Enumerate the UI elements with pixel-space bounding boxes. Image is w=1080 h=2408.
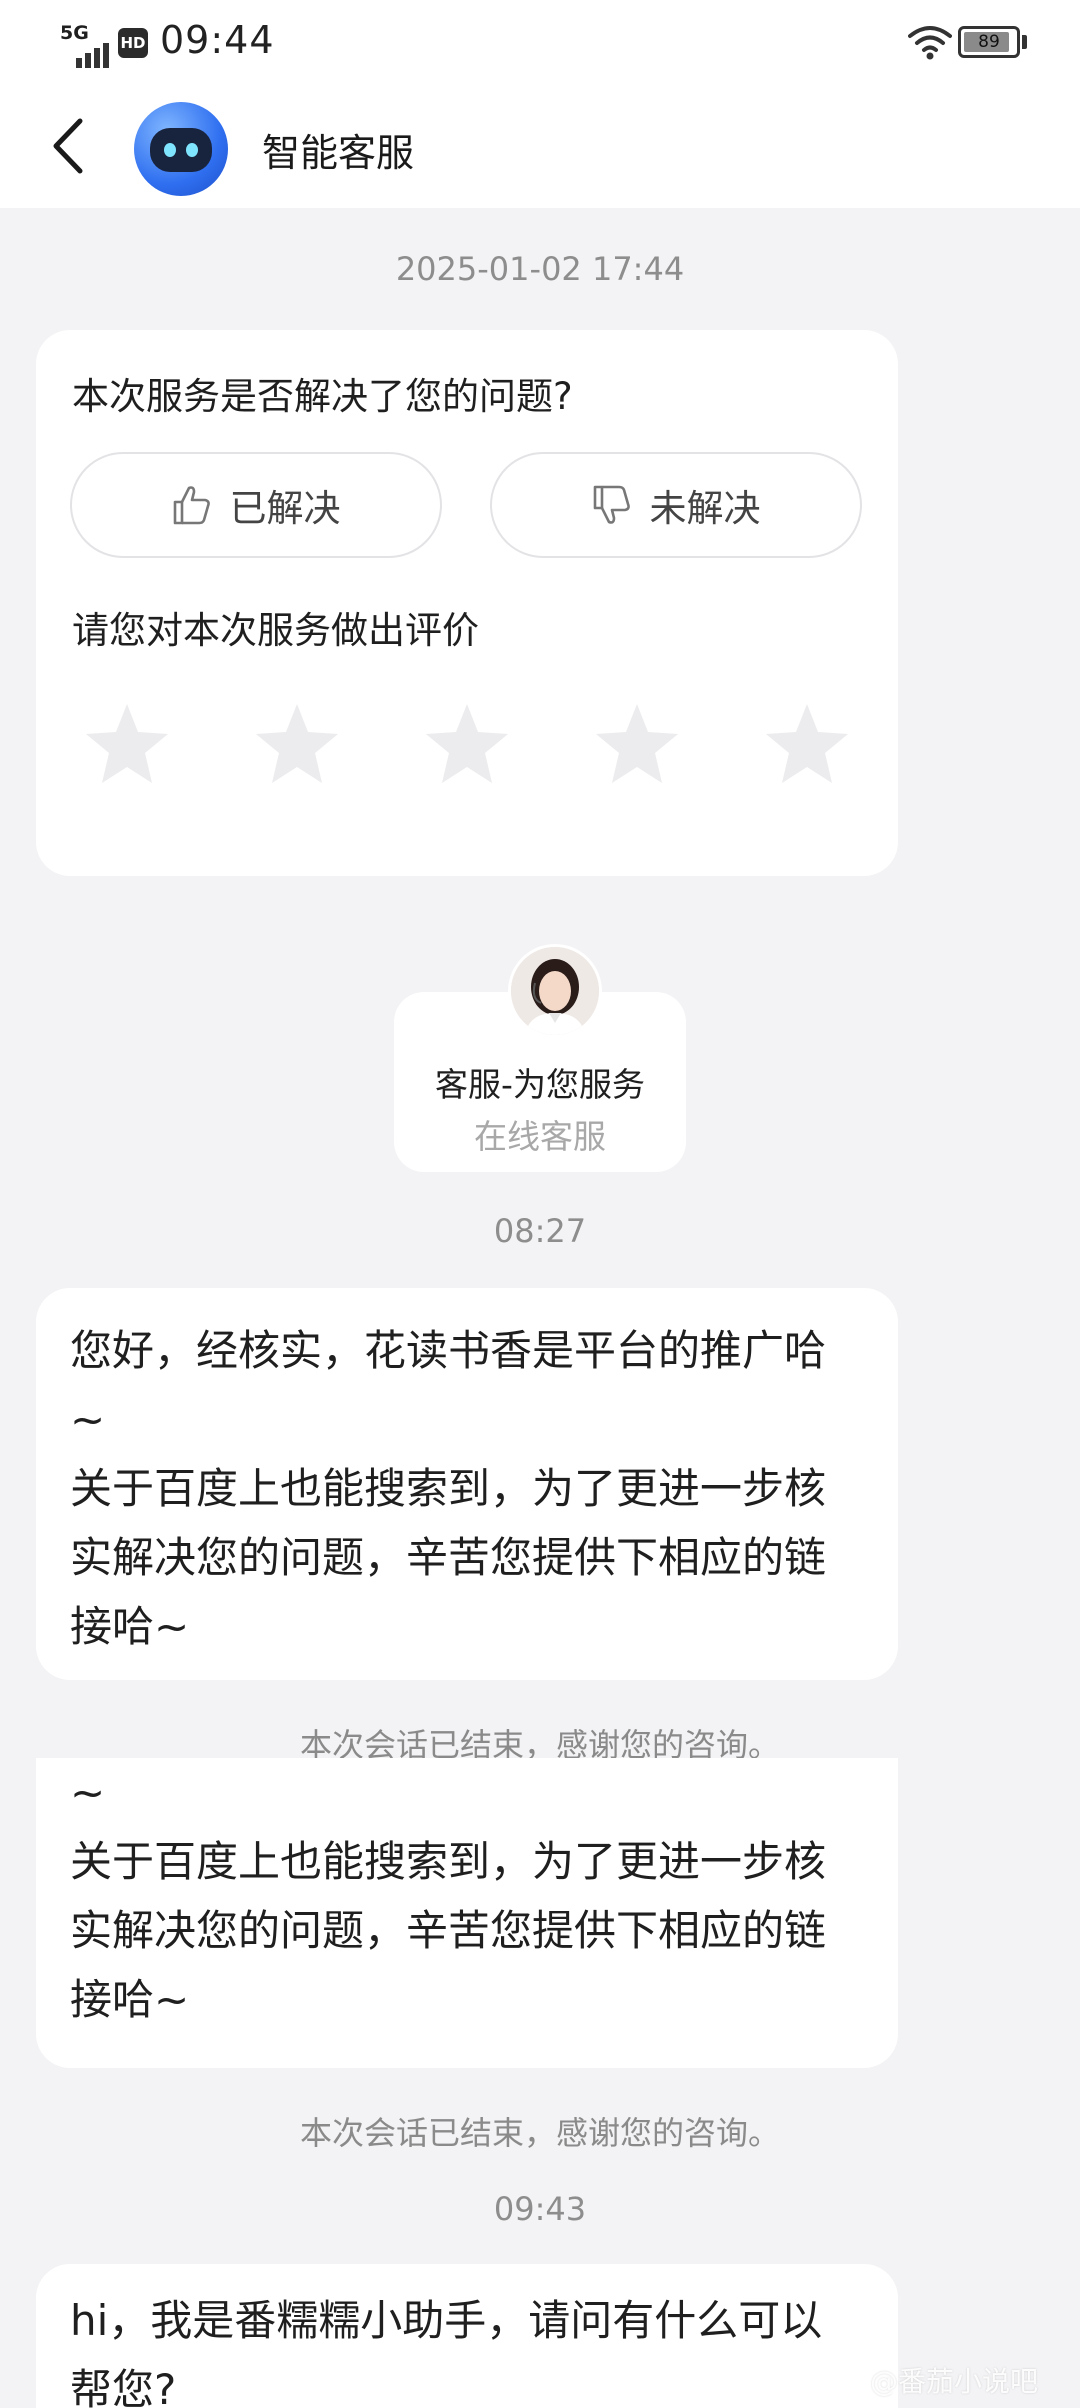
star-rating-1[interactable]: [82, 700, 172, 790]
thumbs-up-icon: [173, 486, 210, 525]
chevron-left-icon: [53, 118, 83, 174]
battery-cap: [1022, 35, 1027, 49]
unresolved-label: 未解决: [649, 487, 761, 530]
message-bubble: 您好，经核实，花读书香是平台的推广哈 ~ 关于百度上也能搜索到，为了更进一步核 …: [36, 1288, 898, 1680]
agent-avatar: [508, 944, 602, 1038]
session-ended-note: 本次会话已结束，感谢您的咨询。: [299, 2114, 780, 2152]
resolved-button[interactable]: 已解决: [70, 452, 442, 558]
survey-question: 本次服务是否解决了您的问题?: [72, 375, 573, 418]
robot-face: [150, 128, 212, 172]
message-text: hi，我是番糯糯小助手，请问有什么可以 帮您?: [70, 2296, 823, 2408]
chat-timestamp: 09:43: [493, 2190, 587, 2228]
chat-header: 智能客服: [0, 84, 1080, 208]
agent-name: 客服-为您服务: [435, 1065, 645, 1104]
hd-badge: HD: [118, 28, 148, 58]
chat-screen: 5G HD 09:44 89 智能客服 2025-01-02 17:44 本次服…: [0, 0, 1080, 2408]
wifi-icon: [908, 26, 952, 60]
watermark-text: @番茄小说吧: [870, 2365, 1039, 2398]
page-title: 智能客服: [262, 131, 415, 175]
agent-role: 在线客服: [474, 1117, 606, 1156]
robot-eye-left: [164, 143, 176, 157]
message-text: ~ 关于百度上也能搜索到，为了更进一步核 实解决您的问题，辛苦您提供下相应的链 …: [70, 1768, 827, 2024]
battery-level: 89: [978, 32, 1000, 52]
star-rating-5[interactable]: [762, 700, 852, 790]
survey-card: 本次服务是否解决了您的问题? 已解决 未解决 请您对本次服务做出评价: [36, 330, 898, 876]
message-text: 您好，经核实，花读书香是平台的推广哈 ~ 关于百度上也能搜索到，为了更进一步核 …: [70, 1326, 827, 1651]
battery-icon: 89: [958, 26, 1020, 58]
rating-prompt: 请您对本次服务做出评价: [72, 609, 479, 652]
agent-avatar-image: [511, 947, 599, 1035]
status-time: 09:44: [160, 18, 275, 62]
star-rating-3[interactable]: [422, 700, 512, 790]
chat-timestamp: 2025-01-02 17:44: [395, 250, 685, 288]
star-rating-2[interactable]: [252, 700, 342, 790]
resolved-label: 已解决: [229, 487, 341, 530]
star-rating-4[interactable]: [592, 700, 682, 790]
back-button[interactable]: [40, 114, 96, 178]
thumbs-down-icon: [593, 485, 630, 524]
chat-timestamp: 08:27: [493, 1212, 587, 1250]
message-bubble: hi，我是番糯糯小助手，请问有什么可以 帮您?: [36, 2264, 898, 2408]
status-bar: 5G HD 09:44 89: [0, 0, 1080, 84]
message-bubble: ~ 关于百度上也能搜索到，为了更进一步核 实解决您的问题，辛苦您提供下相应的链 …: [36, 1758, 898, 2068]
signal-icon: [76, 43, 109, 68]
robot-eye-right: [186, 143, 198, 157]
unresolved-button[interactable]: 未解决: [490, 452, 862, 558]
robot-icon[interactable]: [134, 102, 228, 196]
